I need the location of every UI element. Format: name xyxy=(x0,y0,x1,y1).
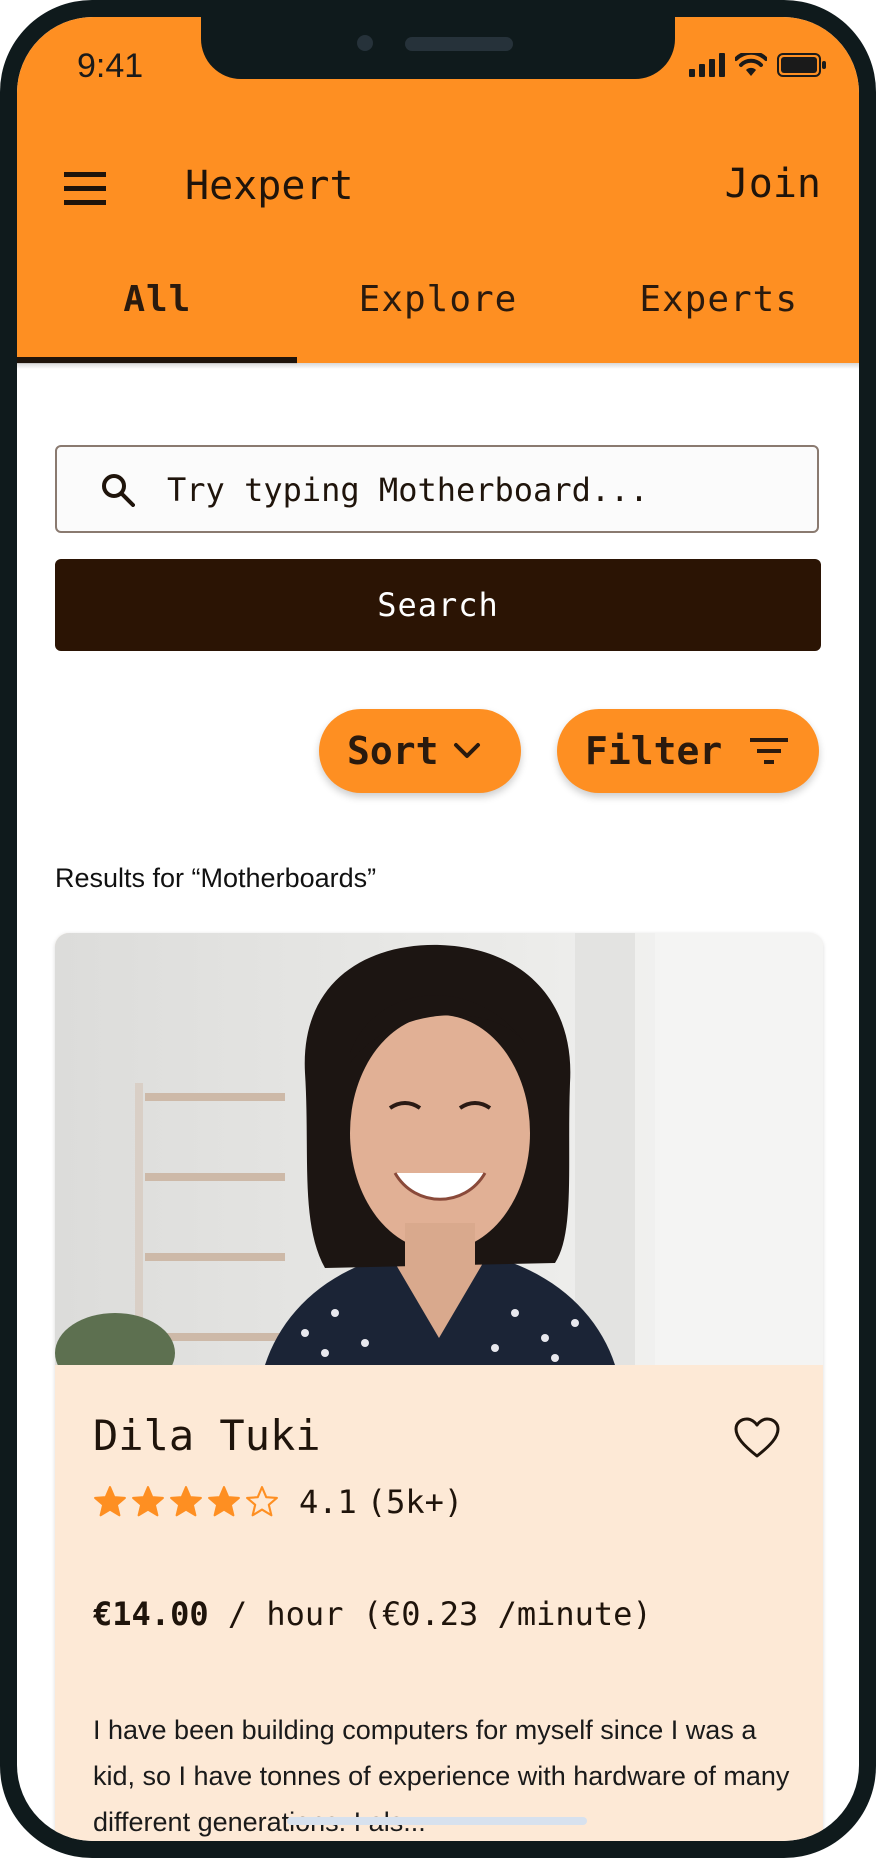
results-label: Results for “Motherboards” xyxy=(55,863,377,893)
wifi-icon xyxy=(735,53,767,76)
search-icon xyxy=(102,474,135,507)
tab-experts[interactable]: Experts xyxy=(578,279,859,363)
star-filled-icon xyxy=(132,1486,164,1517)
star-rating xyxy=(93,1485,279,1519)
notch xyxy=(201,17,675,79)
join-button[interactable]: Join xyxy=(725,161,821,207)
camera-icon xyxy=(357,35,373,51)
price-hour: €14.00 xyxy=(93,1595,209,1633)
rating-value: 4.1 xyxy=(299,1483,357,1521)
sort-label: Sort xyxy=(347,729,439,773)
chevron-down-icon xyxy=(453,743,480,758)
tab-bar: All Explore Experts xyxy=(17,279,859,363)
price-minute: (€0.23 xyxy=(362,1595,479,1633)
star-filled-icon xyxy=(170,1486,202,1517)
app-bar-shadow xyxy=(17,363,859,369)
filter-button[interactable]: Filter xyxy=(557,709,819,793)
filter-label: Filter xyxy=(585,729,723,773)
speaker-icon xyxy=(405,37,513,51)
expert-name: Dila Tuki xyxy=(93,1411,321,1460)
expert-card[interactable]: Dila Tuki 4.1 (5k+) €14.00 / hour (€0.23… xyxy=(55,933,823,1841)
expert-photo xyxy=(55,933,823,1365)
price-minute-unit: /minute) xyxy=(497,1595,652,1633)
home-indicator[interactable] xyxy=(287,1817,587,1825)
star-filled-icon xyxy=(208,1486,240,1517)
phone-frame: 9:41 Hexpert Join All Explore Experts Tr… xyxy=(0,0,876,1858)
status-icons xyxy=(689,53,827,77)
hamburger-icon xyxy=(64,172,106,205)
menu-button[interactable] xyxy=(61,165,109,213)
status-time: 9:41 xyxy=(77,47,144,85)
search-box[interactable] xyxy=(55,445,819,533)
tab-all[interactable]: All xyxy=(17,279,298,363)
rating-count: (5k+) xyxy=(366,1483,464,1521)
screen: 9:41 Hexpert Join All Explore Experts Tr… xyxy=(17,17,859,1841)
price: €14.00 / hour (€0.23 /minute) xyxy=(93,1595,652,1633)
app-title: Hexpert xyxy=(185,163,354,209)
search-button[interactable]: Search xyxy=(55,559,821,651)
battery-icon xyxy=(777,53,826,77)
rating-row: 4.1 (5k+) xyxy=(93,1483,463,1521)
star-filled-icon xyxy=(94,1486,126,1517)
star-empty-icon xyxy=(246,1486,278,1517)
signal-icon xyxy=(689,53,725,77)
app-bar: 9:41 Hexpert Join All Explore Experts xyxy=(17,17,859,364)
search-input[interactable] xyxy=(165,465,789,515)
tab-explore[interactable]: Explore xyxy=(298,279,579,363)
filter-icon xyxy=(750,738,789,764)
sort-button[interactable]: Sort xyxy=(319,709,521,793)
heart-icon[interactable] xyxy=(733,1417,781,1459)
price-hour-unit: / hour xyxy=(227,1595,344,1633)
